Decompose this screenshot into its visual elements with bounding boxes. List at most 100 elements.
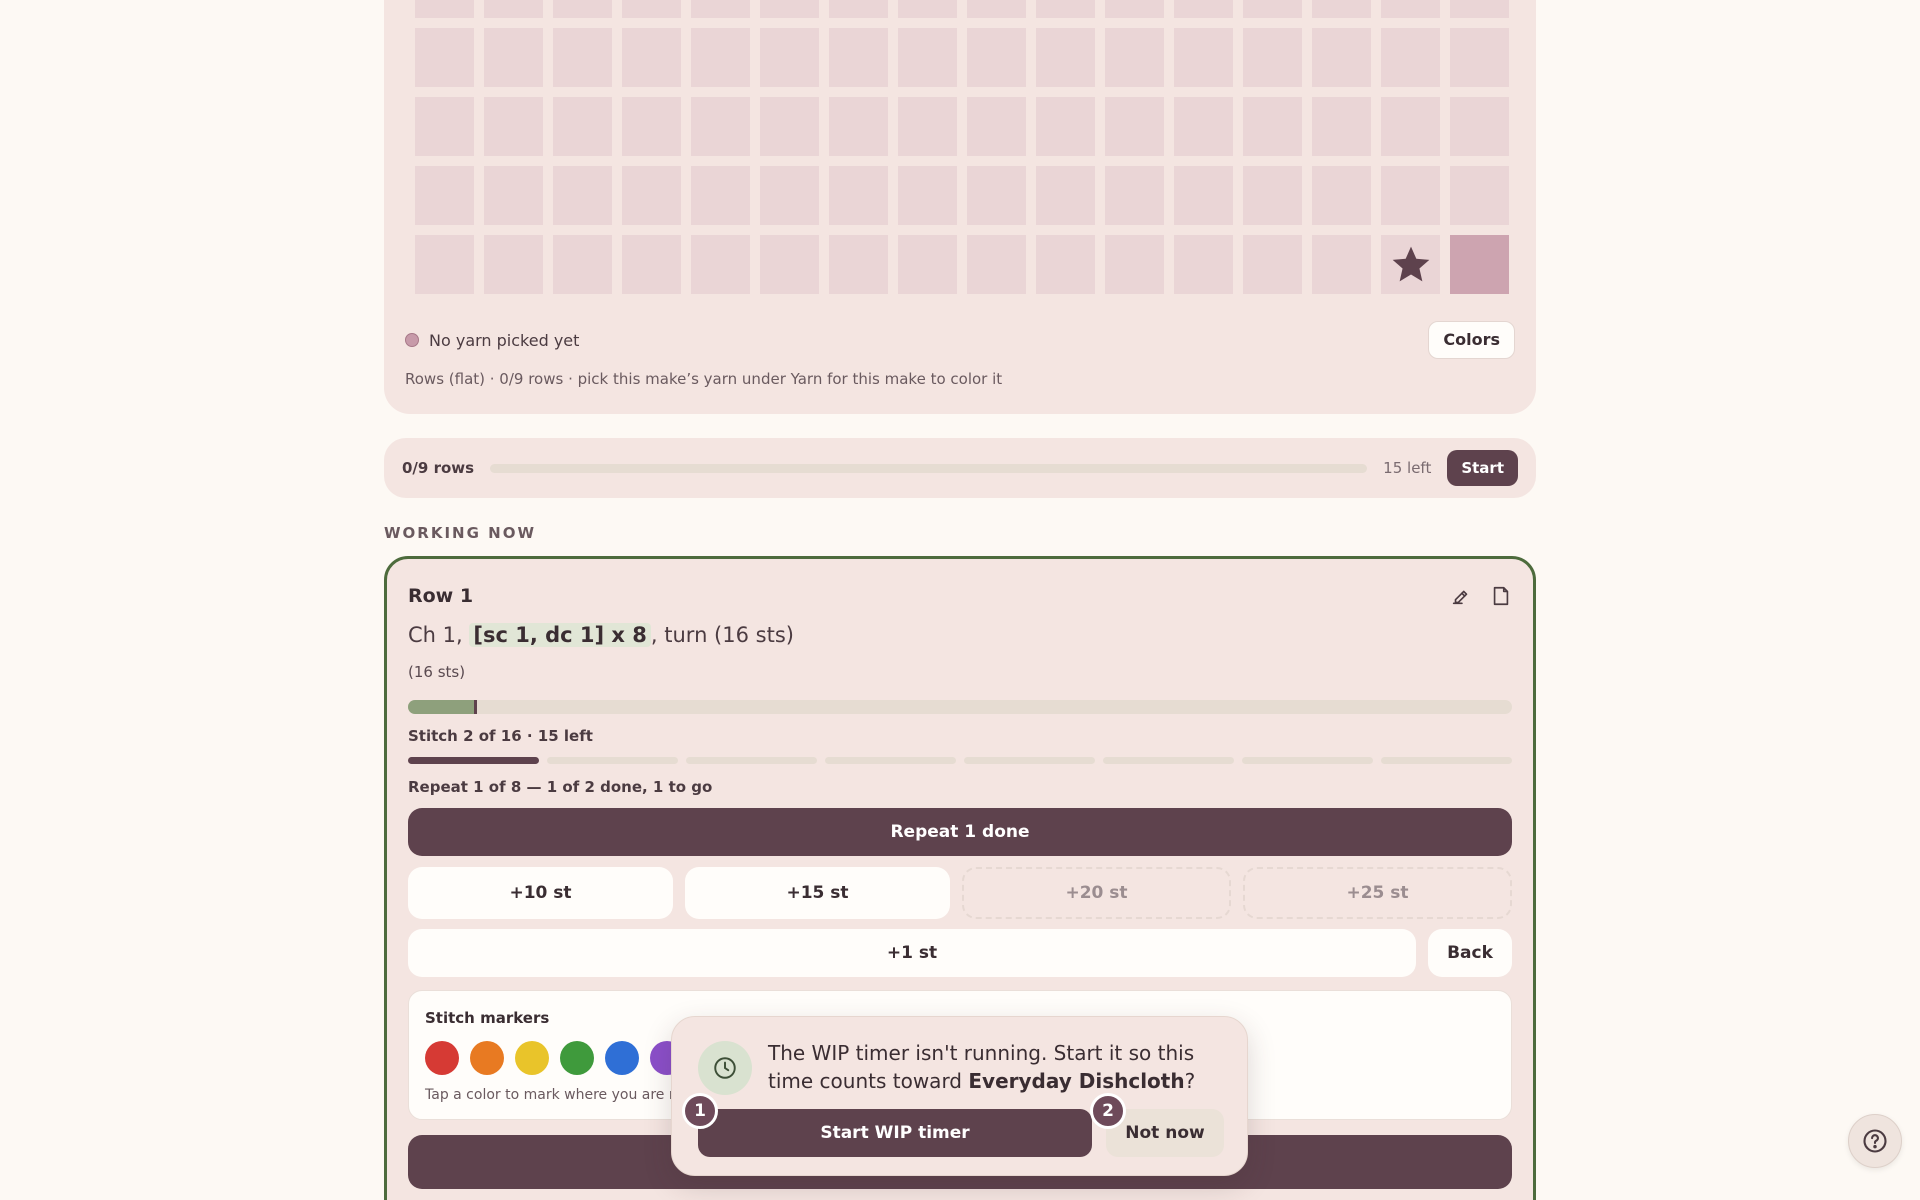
stitch-cell[interactable] [1450,235,1509,294]
stitch-cell[interactable] [484,28,543,87]
marker-color-swatch[interactable] [515,1041,549,1075]
stitch-cell[interactable] [622,97,681,156]
stitch-cell[interactable] [622,235,681,294]
stitch-cell[interactable] [760,0,819,18]
stitch-cell[interactable] [484,0,543,18]
stitch-cell[interactable] [1105,166,1164,225]
stitch-cell[interactable] [1105,0,1164,18]
yarn-row: No yarn picked yet Colors [405,320,1515,360]
stitch-cell[interactable] [484,235,543,294]
stitch-cell[interactable] [691,166,750,225]
stitch-cell[interactable] [1036,0,1095,18]
stitch-cell[interactable] [415,0,474,18]
stitch-cell[interactable] [484,166,543,225]
stitch-cell[interactable] [898,166,957,225]
stitch-cell[interactable] [1312,97,1371,156]
stitch-cell[interactable] [967,28,1026,87]
stitch-cell[interactable] [760,166,819,225]
increment-button[interactable]: +15 st [685,867,950,919]
marker-color-swatch[interactable] [425,1041,459,1075]
stitch-cell[interactable] [1312,235,1371,294]
stitch-cell[interactable] [829,97,888,156]
stitch-cell[interactable] [1450,28,1509,87]
stitch-cell[interactable] [898,0,957,18]
stitch-cell[interactable] [1036,235,1095,294]
back-button[interactable]: Back [1428,929,1512,977]
stitch-cell[interactable] [1174,97,1233,156]
stitch-cell[interactable] [691,97,750,156]
stitch-cell[interactable] [1036,166,1095,225]
stitch-cell[interactable] [967,235,1026,294]
highlighter-icon[interactable] [1450,585,1472,607]
stitch-cell[interactable] [622,0,681,18]
marker-color-swatch[interactable] [605,1041,639,1075]
stitch-cell[interactable] [553,97,612,156]
stitch-cell[interactable] [1036,28,1095,87]
stitch-cell[interactable] [691,28,750,87]
stitch-cell[interactable] [1312,0,1371,18]
stitch-cell[interactable] [1174,28,1233,87]
repeat-highlight[interactable]: [sc 1, dc 1] x 8 [469,623,651,647]
stitch-cell[interactable] [691,0,750,18]
repeat-done-button[interactable]: Repeat 1 done [408,808,1512,856]
stitch-cell[interactable] [1174,166,1233,225]
stitch-cell[interactable] [1450,97,1509,156]
stitch-cell[interactable] [553,235,612,294]
stitch-cell[interactable] [1105,235,1164,294]
stitch-cell[interactable] [898,28,957,87]
stitch-cell[interactable] [1450,0,1509,18]
stitch-cell[interactable] [415,97,474,156]
stitch-cell[interactable] [829,0,888,18]
stitch-cell[interactable] [967,0,1026,18]
stitch-cell[interactable] [1036,97,1095,156]
stitch-cell[interactable] [829,28,888,87]
increment-button[interactable]: +10 st [408,867,673,919]
stitch-cell[interactable] [898,235,957,294]
stitch-cell[interactable] [1450,166,1509,225]
stitch-cell[interactable] [967,97,1026,156]
stitch-cell[interactable] [829,235,888,294]
stitches-left: 15 left [1383,459,1432,477]
stitch-cell[interactable] [415,28,474,87]
stitch-cell[interactable] [760,97,819,156]
stitch-cell[interactable] [1312,28,1371,87]
stitch-cell[interactable] [967,166,1026,225]
stitch-cell[interactable] [1243,166,1302,225]
stitch-cell[interactable] [1174,0,1233,18]
plus-one-stitch-button[interactable]: +1 st [408,929,1416,977]
stitch-cell[interactable] [829,166,888,225]
stitch-cell[interactable] [415,166,474,225]
start-wip-timer-button[interactable]: Start WIP timer [698,1109,1092,1157]
current-stitch-cell[interactable] [1381,235,1440,294]
stitch-cell[interactable] [622,166,681,225]
stitch-cell[interactable] [415,235,474,294]
stitch-cell[interactable] [1105,97,1164,156]
row-instruction: Ch 1, [sc 1, dc 1] x 8, turn (16 sts) [408,623,794,647]
stitch-cell[interactable] [898,97,957,156]
stitch-cell[interactable] [484,97,543,156]
help-button[interactable] [1848,1114,1902,1168]
stitch-cell[interactable] [1243,28,1302,87]
stitch-cell[interactable] [760,28,819,87]
stitch-cell[interactable] [1174,235,1233,294]
stitch-cell[interactable] [1381,97,1440,156]
colors-button[interactable]: Colors [1428,321,1515,359]
stitch-cell[interactable] [760,235,819,294]
stitch-cell[interactable] [553,0,612,18]
stitch-cell[interactable] [691,235,750,294]
start-button[interactable]: Start [1447,450,1518,486]
stitch-cell[interactable] [622,28,681,87]
marker-color-swatch[interactable] [560,1041,594,1075]
stitch-cell[interactable] [1381,28,1440,87]
stitch-cell[interactable] [1243,235,1302,294]
stitch-cell[interactable] [553,166,612,225]
stitch-cell[interactable] [553,28,612,87]
stitch-cell[interactable] [1243,0,1302,18]
stitch-cell[interactable] [1381,166,1440,225]
note-icon[interactable] [1490,585,1512,607]
marker-color-swatch[interactable] [470,1041,504,1075]
stitch-cell[interactable] [1105,28,1164,87]
stitch-cell[interactable] [1243,97,1302,156]
stitch-cell[interactable] [1312,166,1371,225]
stitch-cell[interactable] [1381,0,1440,18]
